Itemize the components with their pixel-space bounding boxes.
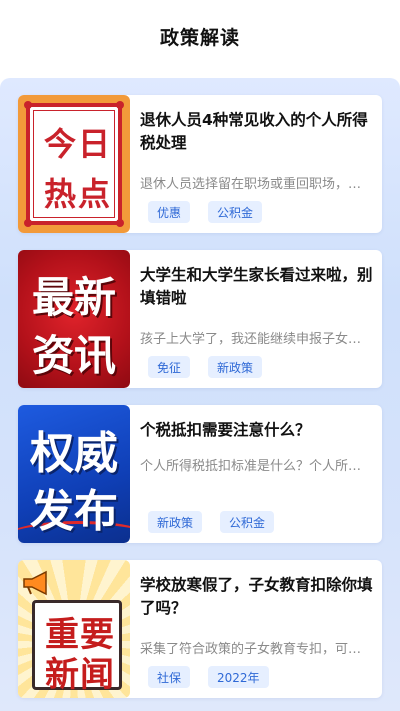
article-tag[interactable]: 新政策 xyxy=(208,356,263,378)
thumbnail-text: 权威 xyxy=(30,428,118,479)
article-summary: 孩子上大学了，我还能继续申报子女… xyxy=(140,332,362,347)
thumbnail-text: 资讯 xyxy=(31,331,116,380)
article-tag[interactable]: 社保 xyxy=(148,666,191,688)
article-card[interactable]: 重要 新闻 学校放寒假了，子女教育扣除你填了吗？ 采集了符合政策的子女教育专扣，… xyxy=(18,560,382,698)
article-list: 今日 热点 退休人员4种常见收入的个人所得税处理 退休人员选择留在职场或重回职场… xyxy=(0,78,400,711)
thumbnail-text: 最新 xyxy=(31,273,116,322)
article-card[interactable]: 最新 资讯 大学生和大学生家长看过来啦，别填错啦 孩子上大学了，我还能继续申报子… xyxy=(18,250,382,388)
article-title[interactable]: 退休人员4种常见收入的个人所得税处理 xyxy=(140,109,374,155)
article-summary: 退休人员选择留在职场或重回职场，… xyxy=(140,177,362,192)
page-title: 政策解读 xyxy=(159,26,240,49)
article-tag[interactable]: 公积金 xyxy=(208,201,263,223)
article-tag[interactable]: 公积金 xyxy=(220,511,275,533)
article-title[interactable]: 学校放寒假了，子女教育扣除你填了吗？ xyxy=(140,574,374,620)
article-title[interactable]: 大学生和大学生家长看过来啦，别填错啦 xyxy=(140,264,374,310)
thumbnail-frame: 今日 热点 xyxy=(24,101,124,227)
thumbnail-text: 新闻 xyxy=(45,655,115,695)
megaphone-icon xyxy=(23,570,47,596)
article-thumbnail: 今日 热点 xyxy=(18,95,130,233)
article-tag[interactable]: 免征 xyxy=(148,356,191,378)
article-title[interactable]: 个税抵扣需要注意什么？ xyxy=(140,419,374,442)
thumbnail-box: 重要 新闻 xyxy=(32,600,122,695)
article-summary: 采集了符合政策的子女教育专扣，可… xyxy=(140,642,362,657)
frame-dot xyxy=(24,219,32,227)
thumbnail-text: 发布 xyxy=(30,486,118,537)
article-thumbnail: 重要 新闻 xyxy=(18,560,130,698)
thumbnail-text: 今日 xyxy=(43,125,112,163)
article-thumbnail: 最新 资讯 xyxy=(18,250,130,388)
article-card[interactable]: 权威 发布 个税抵扣需要注意什么？ 个人所得税抵扣标准是什么？个人所… 新政策 … xyxy=(18,405,382,543)
article-thumbnail: 权威 发布 xyxy=(18,405,130,543)
frame-dot xyxy=(116,101,124,109)
article-tag[interactable]: 2022年 xyxy=(208,666,269,688)
article-summary: 个人所得税抵扣标准是什么？个人所… xyxy=(140,459,362,474)
article-tag[interactable]: 优惠 xyxy=(148,201,191,223)
article-tag[interactable]: 新政策 xyxy=(148,511,203,533)
article-card[interactable]: 今日 热点 退休人员4种常见收入的个人所得税处理 退休人员选择留在职场或重回职场… xyxy=(18,95,382,233)
page-header: 政策解读 xyxy=(0,0,400,78)
frame-dot xyxy=(24,101,32,109)
frame-dot xyxy=(116,219,124,227)
thumbnail-text: 热点 xyxy=(43,175,112,213)
